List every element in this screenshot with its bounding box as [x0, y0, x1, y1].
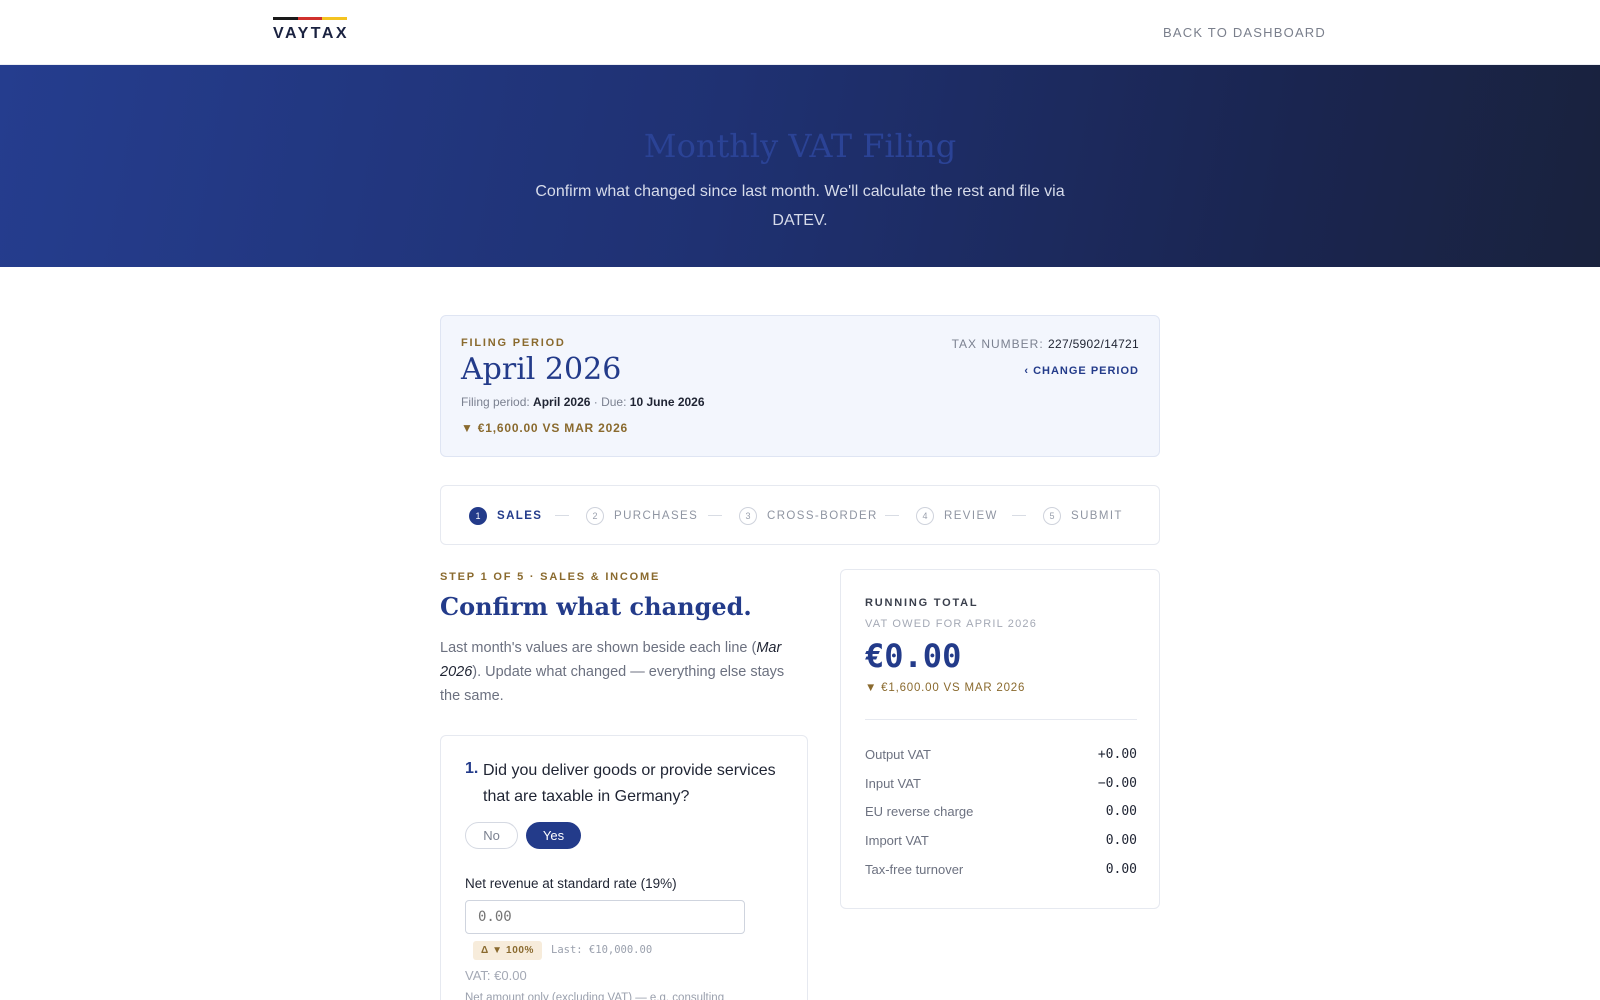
filing-value: April 2026	[533, 395, 591, 409]
brand-name: VAYTAX	[273, 25, 350, 42]
row-label: Input VAT	[865, 776, 921, 791]
row-value: −0.00	[1097, 776, 1137, 791]
step-number: 1	[469, 507, 487, 525]
top-bar: VAYTAX BACK TO DASHBOARD	[0, 0, 1600, 65]
filing-period-eyebrow: FILING PERIOD	[461, 337, 566, 349]
computed-vat: VAT: €0.00	[465, 968, 527, 983]
row-value: +0.00	[1097, 747, 1137, 762]
row-value: 0.00	[1105, 804, 1137, 819]
due-label: · Due:	[593, 395, 627, 409]
step-separator	[1012, 515, 1026, 516]
tax-number-value: 227/5902/14721	[1048, 337, 1139, 351]
german-flag-stripe-icon	[273, 17, 348, 20]
step-sales[interactable]: 1 SALES	[469, 507, 542, 525]
row-value: 0.00	[1105, 862, 1137, 877]
step-separator	[885, 515, 899, 516]
desc-pre: Last month's values are shown beside eac…	[440, 640, 757, 656]
vat-owed-amount: €0.00	[865, 637, 962, 675]
period-delta: ▼ €1,600.00 VS MAR 2026	[461, 421, 629, 435]
tax-number: TAX NUMBER: 227/5902/14721	[952, 337, 1139, 351]
row-label: Tax-free turnover	[865, 862, 964, 877]
hero-banner: Monthly VAT Filing Confirm what changed …	[0, 65, 1600, 267]
row-label: Import VAT	[865, 833, 929, 848]
section-title: Confirm what changed.	[440, 592, 752, 621]
step-eyebrow: STEP 1 OF 5 · SALES & INCOME	[440, 571, 661, 583]
filing-period-title: April 2026	[461, 352, 622, 387]
step-number: 5	[1043, 507, 1061, 525]
row-value: 0.00	[1105, 833, 1137, 848]
tax-number-label: TAX NUMBER:	[951, 337, 1044, 351]
step-separator	[555, 515, 569, 516]
total-row-output-vat: Output VAT +0.00	[865, 747, 1137, 762]
step-number: 4	[916, 507, 934, 525]
page-title: Monthly VAT Filing	[643, 127, 957, 165]
answer-yes-button[interactable]: Yes	[526, 822, 581, 849]
due-value: 10 June 2026	[629, 395, 705, 409]
step-label: SUBMIT	[1071, 510, 1123, 522]
filing-period-card: FILING PERIOD April 2026 Filing period: …	[440, 315, 1160, 457]
running-total-sub: VAT OWED FOR APRIL 2026	[865, 618, 1038, 630]
change-period-button[interactable]: ‹ CHANGE PERIOD	[1024, 365, 1139, 377]
total-row-tax-free-turnover: Tax-free turnover 0.00	[865, 862, 1137, 877]
step-label: CROSS-BORDER	[767, 510, 878, 522]
step-progress: 1 SALES 2 PURCHASES 3 CROSS-BORDER 4 REV…	[440, 485, 1160, 545]
step-review[interactable]: 4 REVIEW	[916, 507, 998, 525]
total-row-import-vat: Import VAT 0.00	[865, 833, 1137, 848]
step-submit[interactable]: 5 SUBMIT	[1043, 507, 1123, 525]
running-total-card: RUNNING TOTAL VAT OWED FOR APRIL 2026 €0…	[840, 569, 1160, 909]
answer-no-button[interactable]: No	[465, 822, 518, 849]
step-separator	[708, 515, 722, 516]
back-to-dashboard-link[interactable]: BACK TO DASHBOARD	[1163, 25, 1326, 40]
step-cross-border[interactable]: 3 CROSS-BORDER	[739, 507, 878, 525]
step-label: SALES	[497, 510, 543, 522]
net-revenue-input[interactable]	[465, 900, 745, 934]
question-text: Did you deliver goods or provide service…	[483, 762, 776, 805]
running-total-label: RUNNING TOTAL	[865, 597, 979, 609]
step-number: 3	[739, 507, 757, 525]
brand-logo[interactable]: VAYTAX	[273, 17, 349, 43]
total-row-eu-reverse-charge: EU reverse charge 0.00	[865, 804, 1137, 819]
row-label: EU reverse charge	[865, 804, 974, 819]
question-card: 1. Did you deliver goods or provide serv…	[440, 735, 808, 1000]
question-number: 1.	[465, 760, 479, 777]
divider	[865, 719, 1137, 720]
section-description: Last month's values are shown beside eac…	[440, 636, 808, 708]
row-label: Output VAT	[865, 747, 931, 762]
net-revenue-label: Net revenue at standard rate (19%)	[465, 876, 677, 891]
step-label: PURCHASES	[614, 510, 699, 522]
last-month-value: Last: €10,000.00	[551, 944, 653, 956]
total-row-input-vat: Input VAT −0.00	[865, 776, 1137, 791]
running-total-delta: ▼ €1,600.00 VS MAR 2026	[865, 682, 1026, 694]
step-label: REVIEW	[944, 510, 998, 522]
field-hint: Net amount only (excluding VAT) — e.g. c…	[465, 992, 725, 1000]
step-purchases[interactable]: 2 PURCHASES	[586, 507, 698, 525]
change-percent-badge: Δ ▼ 100%	[473, 941, 543, 960]
filing-period-meta: Filing period: April 2026 · Due: 10 June…	[461, 395, 705, 409]
page-subtitle: Confirm what changed since last month. W…	[535, 183, 1065, 229]
filing-label: Filing period:	[461, 395, 530, 409]
step-number: 2	[586, 507, 604, 525]
desc-post: ). Update what changed — everything else…	[440, 664, 785, 704]
